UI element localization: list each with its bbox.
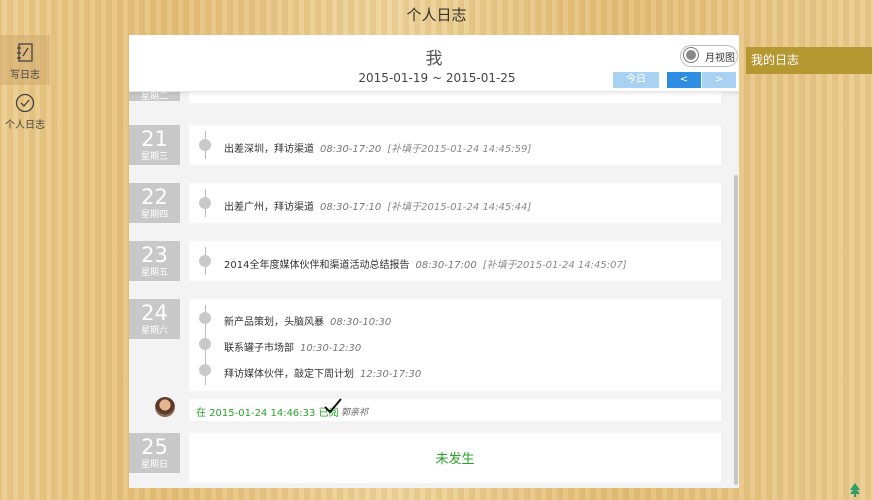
day-weekday: 星期二 — [140, 92, 168, 102]
scrollbar-thumb[interactable] — [734, 175, 738, 485]
avatar — [155, 397, 175, 417]
day-number: 25 — [141, 435, 168, 459]
prev-week-button[interactable]: < — [667, 72, 701, 88]
check-icon — [324, 398, 342, 414]
tree-icon — [850, 483, 860, 497]
log-panel: 我 2015-01-19 ~ 2015-01-25 月视图 今日 < > 星期二… — [129, 35, 739, 488]
entry-title: 新产品策划，头脑风暴 — [224, 317, 324, 328]
my-log-tab[interactable]: 我的日志 — [746, 47, 872, 74]
entry-time: 08:30-17:20 — [320, 144, 382, 155]
day-list[interactable]: 星期二 21 星期三 出差深圳，拜访渠道 08:30-17:20 [补填于2015-… — [129, 91, 733, 488]
day-badge: 22 星期四 — [129, 183, 180, 223]
sidebar-item-label: 写日志 — [10, 70, 40, 81]
day-weekday: 星期六 — [140, 326, 168, 336]
not-happened-text: 未发生 — [435, 452, 475, 467]
read-receipt: 在 2015-01-24 14:46:33 已阅 郭亲祁 — [155, 397, 721, 421]
entry-title: 2014全年度媒体伙伴和渠道活动总结报告 — [224, 260, 410, 271]
entry-note: [补填于2015-01-24 14:45:07] — [482, 260, 627, 271]
day-badge: 21 星期三 — [129, 125, 180, 165]
day-card: 新产品策划，头脑风暴 08:30-10:30 联系罐子市场部 10:30-12:30… — [189, 299, 721, 391]
timeline-dot — [199, 364, 211, 376]
next-week-button[interactable]: > — [702, 72, 736, 88]
day-number: 22 — [141, 185, 168, 209]
app-title: 个人日志 — [406, 6, 467, 24]
toggle-knob — [683, 47, 699, 63]
day-weekday: 星期五 — [140, 268, 168, 278]
log-entry[interactable]: 出差广州，拜访渠道 08:30-17:10 [补填于2015-01-24 14:45… — [224, 198, 531, 213]
month-view-label: 月视图 — [705, 53, 735, 64]
day-badge: 25 星期日 — [129, 433, 180, 473]
day-card: 出差深圳，拜访渠道 08:30-17:20 [补填于2015-01-24 14:45… — [189, 125, 721, 165]
panel-header: 我 2015-01-19 ~ 2015-01-25 月视图 今日 < > — [129, 35, 739, 92]
sidebar-item-personal-log[interactable]: 个人日志 — [0, 85, 50, 135]
entry-time: 10:30-12:30 — [300, 343, 362, 354]
day-card: 未发生 — [189, 433, 721, 483]
sidebar: 写日志 个人日志 — [0, 35, 50, 135]
day-weekday: 星期四 — [140, 210, 168, 220]
log-entry[interactable]: 联系罐子市场部 10:30-12:30 — [224, 339, 361, 354]
clock-icon — [15, 93, 35, 113]
day-card — [189, 91, 721, 103]
sidebar-item-label: 个人日志 — [5, 120, 45, 131]
log-entry[interactable]: 新产品策划，头脑风暴 08:30-10:30 — [224, 313, 391, 328]
entry-time: 08:30-17:10 — [320, 202, 382, 213]
app-title-bar: 个人日志 — [0, 0, 873, 30]
timeline-dot — [199, 312, 211, 324]
entry-note: [补填于2015-01-24 14:45:59] — [387, 144, 532, 155]
reader-name: 郭亲祁 — [341, 408, 369, 418]
notebook-icon — [17, 43, 33, 62]
day-card: 2014全年度媒体伙伴和渠道活动总结报告 08:30-17:00 [补填于2015-… — [189, 241, 721, 281]
day-number: 23 — [141, 243, 168, 267]
entry-title: 联系罐子市场部 — [224, 343, 294, 354]
day-badge: 24 星期六 — [129, 299, 180, 339]
entry-title: 拜访媒体伙伴，敲定下周计划 — [224, 369, 354, 380]
entry-time: 08:30-17:00 — [415, 260, 477, 271]
day-card: 出差广州，拜访渠道 08:30-17:10 [补填于2015-01-24 14:45… — [189, 183, 721, 223]
entry-time: 08:30-10:30 — [330, 317, 392, 328]
month-view-toggle[interactable]: 月视图 — [680, 45, 738, 67]
timeline-dot — [199, 338, 211, 350]
day-badge: 23 星期五 — [129, 241, 180, 281]
day-weekday: 星期日 — [140, 460, 168, 470]
timeline-dot — [199, 255, 211, 267]
day-badge: 星期二 — [129, 91, 180, 102]
log-owner: 我 — [425, 49, 443, 69]
log-entry[interactable]: 出差深圳，拜访渠道 08:30-17:20 [补填于2015-01-24 14:45… — [224, 140, 531, 155]
day-number: 24 — [141, 301, 168, 325]
day-weekday: 星期三 — [140, 152, 168, 162]
sidebar-item-write-log[interactable]: 写日志 — [0, 35, 50, 85]
timeline-dot — [199, 197, 211, 209]
entry-time: 12:30-17:30 — [360, 369, 422, 380]
day-number: 21 — [141, 127, 168, 151]
log-entry[interactable]: 2014全年度媒体伙伴和渠道活动总结报告 08:30-17:00 [补填于2015-… — [224, 256, 627, 271]
entry-note: [补填于2015-01-24 14:45:44] — [387, 202, 532, 213]
entry-title: 出差深圳，拜访渠道 — [224, 144, 314, 155]
timeline-dot — [199, 139, 211, 151]
log-entry[interactable]: 拜访媒体伙伴，敲定下周计划 12:30-17:30 — [224, 365, 421, 380]
read-status: 在 2015-01-24 14:46:33 已阅 — [196, 408, 339, 419]
entry-title: 出差广州，拜访渠道 — [224, 202, 314, 213]
today-button[interactable]: 今日 — [613, 72, 659, 88]
